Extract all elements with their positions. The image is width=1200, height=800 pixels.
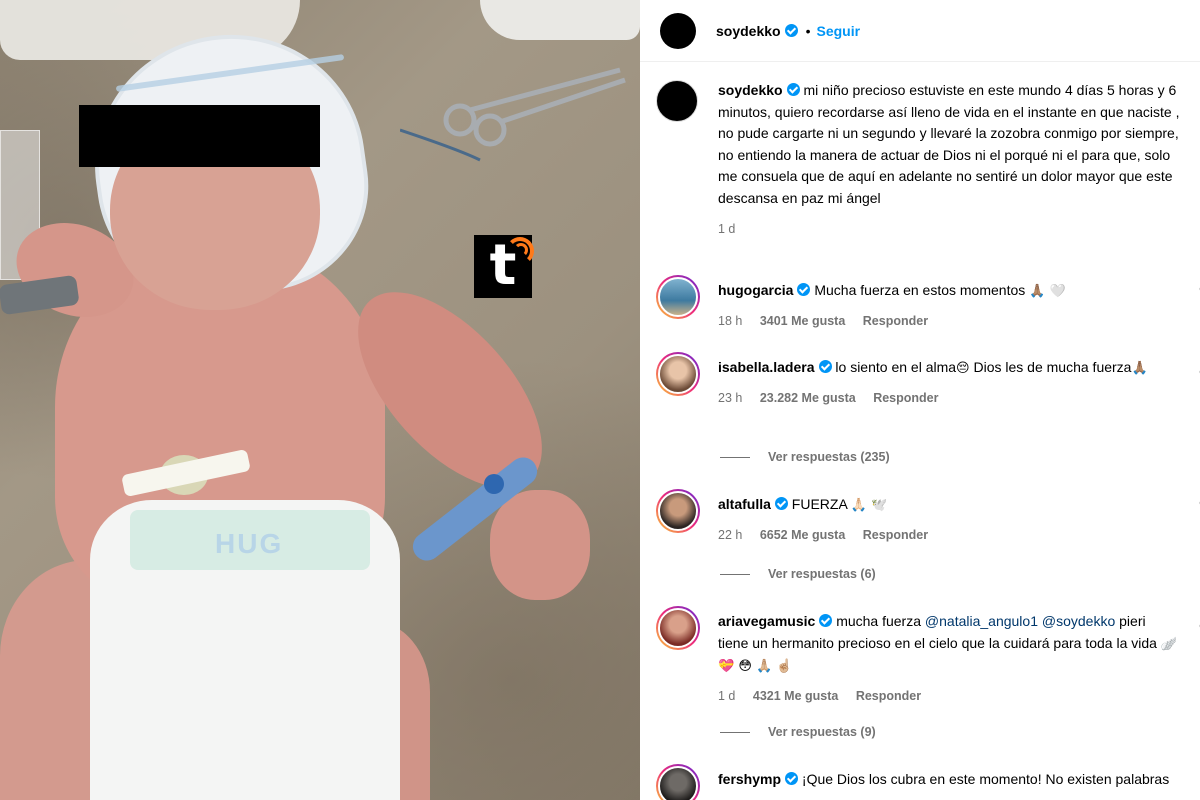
comment-time[interactable]: 23 h [718,391,742,405]
caption-username[interactable]: soydekko [718,82,783,98]
verified-icon [774,497,788,510]
comment-username[interactable]: altafulla [718,496,771,512]
bracelet-clasp [484,474,504,494]
follow-button[interactable]: Seguir [817,23,861,39]
view-replies-label: Ver respuestas (9) [768,725,876,739]
comment-text: ¡Que Dios los cubra en este momento! No … [801,771,1170,787]
verified-icon [785,772,799,785]
avatar[interactable] [656,352,700,396]
reply-button[interactable]: Responder [856,689,921,703]
avatar[interactable] [656,489,700,533]
comment-time[interactable]: 22 h [718,528,742,542]
replies-divider [720,731,750,733]
comment-username[interactable]: hugogarcia [718,282,793,298]
comment-emojis: 🙏🏻 🕊️ [850,498,888,513]
comment-time[interactable]: 1 d [718,689,735,703]
censor-bar [79,105,320,167]
signal-arc-icon [514,243,528,257]
reply-button[interactable]: Responder [873,391,938,405]
replies-divider [720,456,750,458]
post-caption: soydekko mi niño precioso estuviste en e… [656,80,1196,241]
post-header: soydekko • Seguir [640,0,1200,62]
comment-username[interactable]: fershymp [718,771,781,787]
separator-dot: • [805,22,811,39]
verified-icon [786,83,800,96]
comment: altafulla FUERZA 🙏🏻 🕊️ 22 h 6652 Me gust… [656,489,1200,546]
mention-link[interactable]: @soydekko [1042,613,1115,629]
comment-likes[interactable]: 6652 Me gusta [760,528,845,542]
view-replies-button[interactable]: Ver respuestas (235) [720,450,890,464]
comment: hugogarcia Mucha fuerza en estos momento… [656,275,1200,332]
watermark-logo: t [474,235,534,298]
replies-divider [720,573,750,575]
verified-icon [784,24,798,37]
avatar[interactable] [656,275,700,319]
comment-text: FUERZA [791,496,848,512]
post-photo[interactable]: HUG t [0,0,640,800]
comment-username[interactable]: isabella.ladera [718,359,815,375]
header-username[interactable]: soydekko [716,23,781,39]
avatar[interactable] [660,12,696,49]
post-side-panel: soydekko • Seguir soydekko mi niño preci… [640,0,1200,800]
cloth [480,0,640,40]
avatar[interactable] [656,80,698,122]
reply-button[interactable]: Responder [863,528,928,542]
verified-icon [797,283,811,296]
comment-text: lo siento en el alma [835,359,957,375]
caption-time[interactable]: 1 d [718,222,735,236]
view-replies-label: Ver respuestas (6) [768,567,876,581]
comment-likes[interactable]: 4321 Me gusta [753,689,838,703]
comment-emojis: 🙏🏽 🤍 [1029,284,1066,299]
baby-hand [490,490,590,600]
avatar[interactable] [656,764,700,800]
view-replies-label: Ver respuestas (235) [768,450,890,464]
comment-emoji: 😔 [956,361,970,376]
comment-emoji: 🙏🏽 [1131,361,1148,376]
comment-text: Mucha fuerza en estos momentos [814,282,1026,298]
comment-likes[interactable]: 23.282 Me gusta [760,391,856,405]
view-replies-button[interactable]: Ver respuestas (9) [720,725,876,739]
comment: fershymp ¡Que Dios los cubra en este mom… [656,764,1200,800]
diaper-logo: HUG [215,528,284,559]
verified-icon [819,614,833,627]
verified-icon [818,360,832,373]
comment-time[interactable]: 18 h [718,314,742,328]
surgical-instruments [399,60,630,170]
comment-text-continued: Dios les de mucha fuerza [973,359,1132,375]
mention-link[interactable]: @natalia_angulo1 [925,613,1038,629]
comment-username[interactable]: ariavegamusic [718,613,815,629]
comment: isabella.ladera lo siento en el alma😔 Di… [656,352,1200,409]
reply-button[interactable]: Responder [863,314,928,328]
comment-text: mucha fuerza [836,613,922,629]
avatar[interactable] [656,606,700,650]
comment: ariavegamusic mucha fuerza @natalia_angu… [656,606,1200,707]
comment-likes[interactable]: 3401 Me gusta [760,314,845,328]
view-replies-button[interactable]: Ver respuestas (6) [720,567,876,581]
caption-text: mi niño precioso estuviste en este mundo… [718,82,1180,206]
